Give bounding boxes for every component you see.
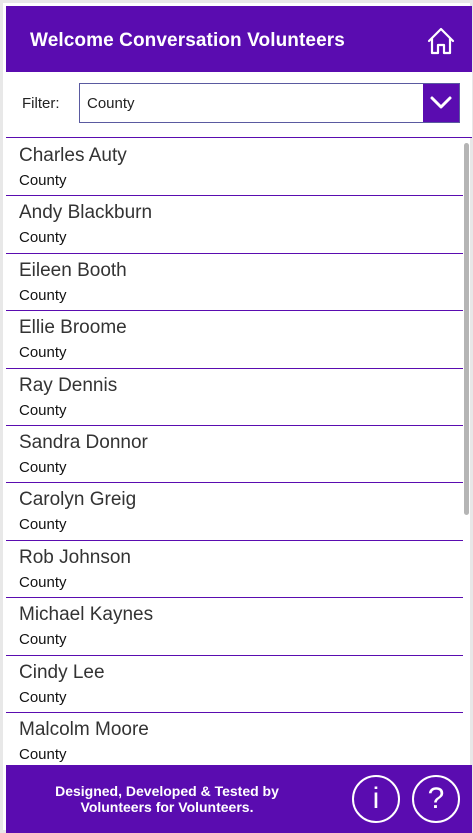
volunteer-area: County [19, 458, 67, 476]
app-footer: Designed, Developed & Tested by Voluntee… [6, 765, 472, 833]
info-icon: i [372, 782, 380, 815]
filter-label: Filter: [22, 95, 60, 112]
volunteer-name: Andy Blackburn [19, 202, 153, 224]
volunteer-name: Sandra Donnor [19, 431, 148, 453]
footer-line-2: Volunteers for Volunteers. [80, 799, 254, 815]
help-icon: ? [427, 782, 445, 815]
filter-bar: Filter: County [6, 72, 472, 138]
volunteer-name: Eileen Booth [19, 259, 127, 281]
list-item[interactable]: Cindy Lee County [6, 656, 463, 713]
list-item[interactable]: Eileen Booth County [6, 254, 463, 312]
list-item[interactable]: Rob Johnson County [6, 541, 463, 599]
volunteer-name: Carolyn Greig [19, 489, 137, 511]
volunteer-area: County [19, 745, 67, 763]
volunteer-name: Malcolm Moore [19, 718, 149, 740]
page-title: Welcome Conversation Volunteers [30, 30, 345, 51]
volunteer-area: County [19, 573, 67, 591]
list-item[interactable]: Ellie Broome County [6, 311, 463, 369]
volunteer-name: Michael Kaynes [19, 604, 154, 626]
volunteer-area: County [19, 688, 67, 706]
volunteer-list[interactable]: Charles Auty County Andy Blackburn County Ei… [6, 139, 472, 765]
list-item[interactable]: Ray Dennis County [6, 369, 463, 426]
volunteer-area: County [19, 401, 67, 419]
filter-dropdown[interactable]: County [79, 83, 460, 123]
list-item[interactable]: Michael Kaynes County [6, 598, 463, 656]
home-button[interactable] [424, 24, 458, 58]
volunteer-name: Rob Johnson [19, 546, 131, 568]
app-header: Welcome Conversation Volunteers [6, 6, 472, 72]
home-icon [427, 27, 455, 55]
footer-credit: Designed, Developed & Tested by Voluntee… [32, 783, 302, 815]
list-item[interactable]: Carolyn Greig County [6, 483, 463, 541]
volunteer-name: Ray Dennis [19, 374, 118, 396]
chevron-down-icon[interactable] [423, 84, 459, 122]
help-button[interactable]: ? [412, 775, 460, 823]
volunteer-area: County [19, 516, 67, 534]
volunteer-area: County [19, 286, 67, 304]
info-button[interactable]: i [352, 775, 400, 823]
list-item[interactable]: Andy Blackburn County [6, 196, 463, 254]
list-item[interactable]: Charles Auty County [6, 139, 463, 197]
scrollbar[interactable] [464, 143, 469, 515]
volunteer-area: County [19, 631, 67, 649]
volunteer-name: Ellie Broome [19, 317, 127, 339]
list-item[interactable]: Sandra Donnor County [6, 426, 463, 484]
volunteer-name: Charles Auty [19, 145, 127, 166]
list-item[interactable]: Malcolm Moore County [6, 713, 463, 765]
volunteer-name: Cindy Lee [19, 661, 105, 683]
volunteer-area: County [19, 172, 67, 189]
footer-line-1: Designed, Developed & Tested by [55, 783, 279, 799]
app-frame: Welcome Conversation Volunteers Filter: … [0, 0, 473, 833]
volunteer-area: County [19, 344, 67, 362]
volunteer-area: County [19, 229, 67, 247]
filter-selected-value: County [87, 94, 135, 112]
